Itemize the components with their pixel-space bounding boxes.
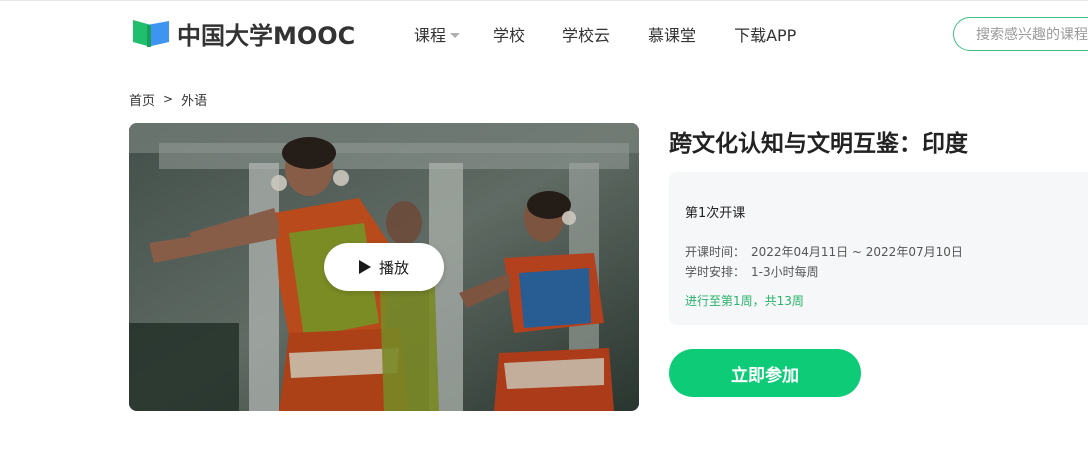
course-title: 跨文化认知与文明互鉴：印度 [669, 131, 968, 157]
breadcrumb-home-link[interactable]: 首页 [129, 90, 155, 109]
nav-item-courses[interactable]: 课程 [414, 22, 461, 46]
nav-item-mooc-class[interactable]: 慕课堂 [648, 22, 696, 46]
course-term: 第1次开课 [685, 206, 746, 221]
breadcrumb: 首页 > 外语 [129, 90, 207, 109]
nav-item-school-cloud[interactable]: 学校云 [562, 22, 610, 46]
nav-item-label: 学校云 [562, 26, 611, 45]
play-button-label: 播放 [378, 258, 409, 277]
play-icon [358, 260, 371, 274]
course-page: 中国大学MOOC 课程 学校 学校云 慕课堂 下载APP 首页 [0, 0, 1088, 466]
hours-value: 1-3小时每周 [751, 265, 819, 279]
schedule-label: 开课时间： [685, 245, 746, 259]
nav-item-label: 课程 [414, 26, 447, 45]
join-course-button[interactable]: 立即参加 [669, 349, 861, 397]
logo-text: 中国大学MOOC [177, 21, 356, 50]
hours-label: 学时安排： [685, 265, 746, 279]
hours-row: 学时安排： 1-3小时每周 [685, 263, 819, 280]
nav-item-label: 慕课堂 [648, 26, 697, 45]
chevron-down-icon [450, 32, 461, 38]
top-header: 中国大学MOOC 课程 学校 学校云 慕课堂 下载APP [0, 0, 1088, 66]
nav-item-label: 下载APP [734, 26, 797, 45]
mooc-logo-icon [131, 17, 171, 49]
schedule-row: 开课时间： 2022年04月11日 ~ 2022年07月10日 [685, 243, 963, 260]
search-input[interactable] [976, 26, 1088, 44]
breadcrumb-category-link[interactable]: 外语 [181, 90, 207, 109]
main-nav: 课程 学校 学校云 慕课堂 下载APP [414, 22, 796, 46]
site-logo[interactable]: 中国大学MOOC [131, 17, 356, 50]
course-video[interactable]: 播放 [129, 123, 639, 411]
search-box [953, 17, 1088, 51]
nav-item-label: 学校 [493, 26, 526, 45]
nav-item-schools[interactable]: 学校 [493, 22, 525, 46]
breadcrumb-separator: > [163, 92, 174, 106]
nav-item-download-app[interactable]: 下载APP [734, 22, 796, 46]
play-button[interactable]: 播放 [324, 243, 444, 291]
course-progress: 进行至第1周，共13周 [685, 294, 804, 308]
schedule-value: 2022年04月11日 ~ 2022年07月10日 [751, 245, 963, 259]
course-info-card: 第1次开课 开课时间： 2022年04月11日 ~ 2022年07月10日 学时… [669, 172, 1088, 325]
